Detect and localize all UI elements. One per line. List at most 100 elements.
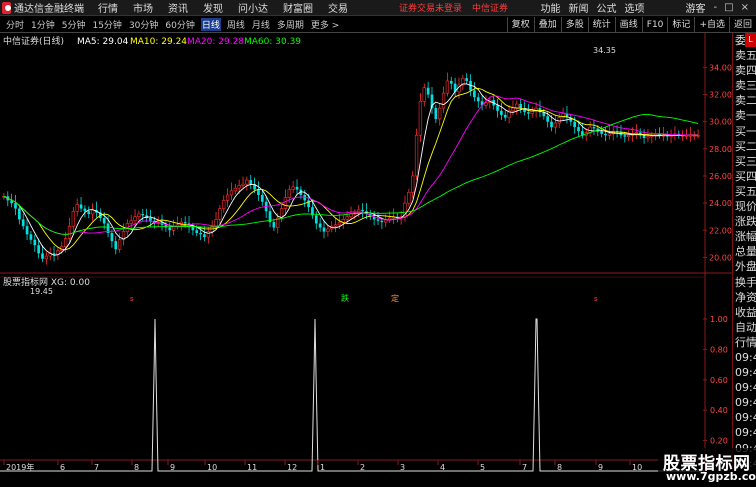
quote-panel-row: 09:4 xyxy=(735,426,756,440)
candle-body xyxy=(214,219,218,227)
quote-panel-row: 09:4 xyxy=(735,350,756,364)
period-30min[interactable]: 30分钟 xyxy=(128,18,159,31)
x-tick-label: 9 xyxy=(598,463,603,472)
signal-mark-2: s xyxy=(594,295,598,303)
period-15min[interactable]: 15分钟 xyxy=(91,18,122,31)
ma60-label: MA60: 30.39 xyxy=(244,37,301,47)
period-5min[interactable]: 5分钟 xyxy=(61,18,87,31)
close-button[interactable]: × xyxy=(741,2,749,13)
main-y-tick-label: 20.00 xyxy=(709,253,732,262)
broker-name[interactable]: 中信证券 xyxy=(472,1,508,14)
quote-panel-row: 自动 xyxy=(735,320,756,334)
login-warning[interactable]: 证券交易未登录 xyxy=(399,1,462,14)
menu-xinwen[interactable]: 新闻 xyxy=(569,0,589,15)
menu-gongshi[interactable]: 公式 xyxy=(597,0,617,15)
candle-body xyxy=(295,186,299,190)
period-more[interactable]: 更多 > xyxy=(310,18,340,31)
x-tick-label: 12 xyxy=(287,463,297,472)
tool-tongji[interactable]: 统计 xyxy=(587,17,615,33)
candle-body xyxy=(414,134,419,177)
menu-jiaoyi[interactable]: 交易 xyxy=(328,0,348,15)
signal-die: 跌 xyxy=(341,293,349,303)
candle-body xyxy=(249,180,253,185)
candle-body xyxy=(29,234,33,240)
candle-body xyxy=(607,133,612,136)
candle-body xyxy=(333,224,338,227)
menu-xuanxiang[interactable]: 选项 xyxy=(625,0,645,15)
menu-hangqing[interactable]: 行情 xyxy=(98,0,118,15)
candle-body xyxy=(206,231,210,238)
x-tick-label: 7 xyxy=(522,463,527,472)
x-tick-label: 8 xyxy=(134,463,139,472)
period-fenshi[interactable]: 分时 xyxy=(5,18,25,31)
candle-body xyxy=(63,238,68,247)
x-tick-label: 1 xyxy=(320,463,325,472)
menu-zixun[interactable]: 资讯 xyxy=(168,0,188,15)
user-label[interactable]: 游客 xyxy=(686,0,706,15)
candle-body xyxy=(503,114,507,118)
x-tick-label: 8 xyxy=(557,463,562,472)
candle-body xyxy=(337,221,342,226)
minimize-button[interactable]: - xyxy=(714,2,718,13)
tool-zixuan[interactable]: +自选 xyxy=(694,17,729,33)
candle-body xyxy=(233,187,237,192)
candle-body xyxy=(642,135,646,138)
candle-body xyxy=(646,136,650,139)
candle-body xyxy=(588,126,592,133)
quote-panel-row: 净资 xyxy=(735,290,756,304)
candle-body xyxy=(418,101,423,136)
tool-diejia[interactable]: 叠加 xyxy=(533,17,561,33)
x-tick-label: 6 xyxy=(60,463,65,472)
quote-panel-row: 买四 xyxy=(735,169,756,183)
tool-huaxian[interactable]: 画线 xyxy=(614,17,642,33)
candle-body xyxy=(380,220,384,223)
kline-chart[interactable]: 中信证券(日线) MA5: 29.04 MA10: 29.24 MA20: 29… xyxy=(0,33,732,473)
period-1min[interactable]: 1分钟 xyxy=(30,18,56,31)
tool-duogu[interactable]: 多股 xyxy=(560,17,588,33)
menu-shichang[interactable]: 市场 xyxy=(133,0,153,15)
quote-panel-row: 09:4 xyxy=(735,411,756,425)
period-weekly[interactable]: 周线 xyxy=(226,18,246,31)
candle-body xyxy=(527,112,530,114)
menu-wenxiaoda[interactable]: 问小达 xyxy=(238,0,268,15)
candle-body xyxy=(225,194,230,201)
candle-body xyxy=(222,200,226,209)
quote-panel-row: 行情 xyxy=(735,335,756,349)
quote-panel-row: 卖三 xyxy=(735,79,756,93)
quote-panel-row: 涨跌 xyxy=(735,215,756,229)
app-logo-icon xyxy=(2,1,11,14)
quote-panel-row: 卖一 xyxy=(735,109,756,123)
candle-body xyxy=(604,133,607,136)
period-daily[interactable]: 日线 xyxy=(200,18,221,31)
candle-body xyxy=(71,210,75,227)
candle-body xyxy=(37,245,40,254)
candle-body xyxy=(341,219,345,223)
main-y-tick-label: 24.00 xyxy=(709,199,732,208)
x-tick-label: 4 xyxy=(440,463,445,472)
candle-body xyxy=(199,232,202,235)
candle-body xyxy=(67,225,72,239)
period-60min[interactable]: 60分钟 xyxy=(164,18,195,31)
period-monthly[interactable]: 月线 xyxy=(251,18,271,31)
candle-body xyxy=(411,175,415,193)
tool-fuquan[interactable]: 复权 xyxy=(506,17,534,33)
tool-fanhui[interactable]: 返回 xyxy=(728,17,756,33)
menu-caifuquan[interactable]: 财富圈 xyxy=(283,0,313,15)
x-tick-label: 7 xyxy=(94,463,99,472)
candle-body xyxy=(422,87,426,102)
period-multi[interactable]: 多周期 xyxy=(276,18,305,31)
candle-body xyxy=(318,223,322,228)
candle-body xyxy=(33,239,37,246)
main-y-tick-label: 28.00 xyxy=(709,145,732,154)
quote-panel-row: 总量 xyxy=(735,245,756,259)
quote-panel-row: 外盘 xyxy=(735,260,756,274)
tool-biaoji[interactable]: 标记 xyxy=(667,17,694,33)
maximize-button[interactable]: □ xyxy=(724,2,733,13)
main-y-tick-label: 34.00 xyxy=(709,63,732,72)
menu-faxian[interactable]: 发现 xyxy=(203,0,223,15)
candle-body xyxy=(133,216,137,222)
quote-panel-row: 买五 xyxy=(735,184,756,198)
quote-panel-row: 09:4 xyxy=(735,381,756,395)
tool-f10[interactable]: F10 xyxy=(641,17,668,33)
menu-gongneng[interactable]: 功能 xyxy=(541,0,561,15)
